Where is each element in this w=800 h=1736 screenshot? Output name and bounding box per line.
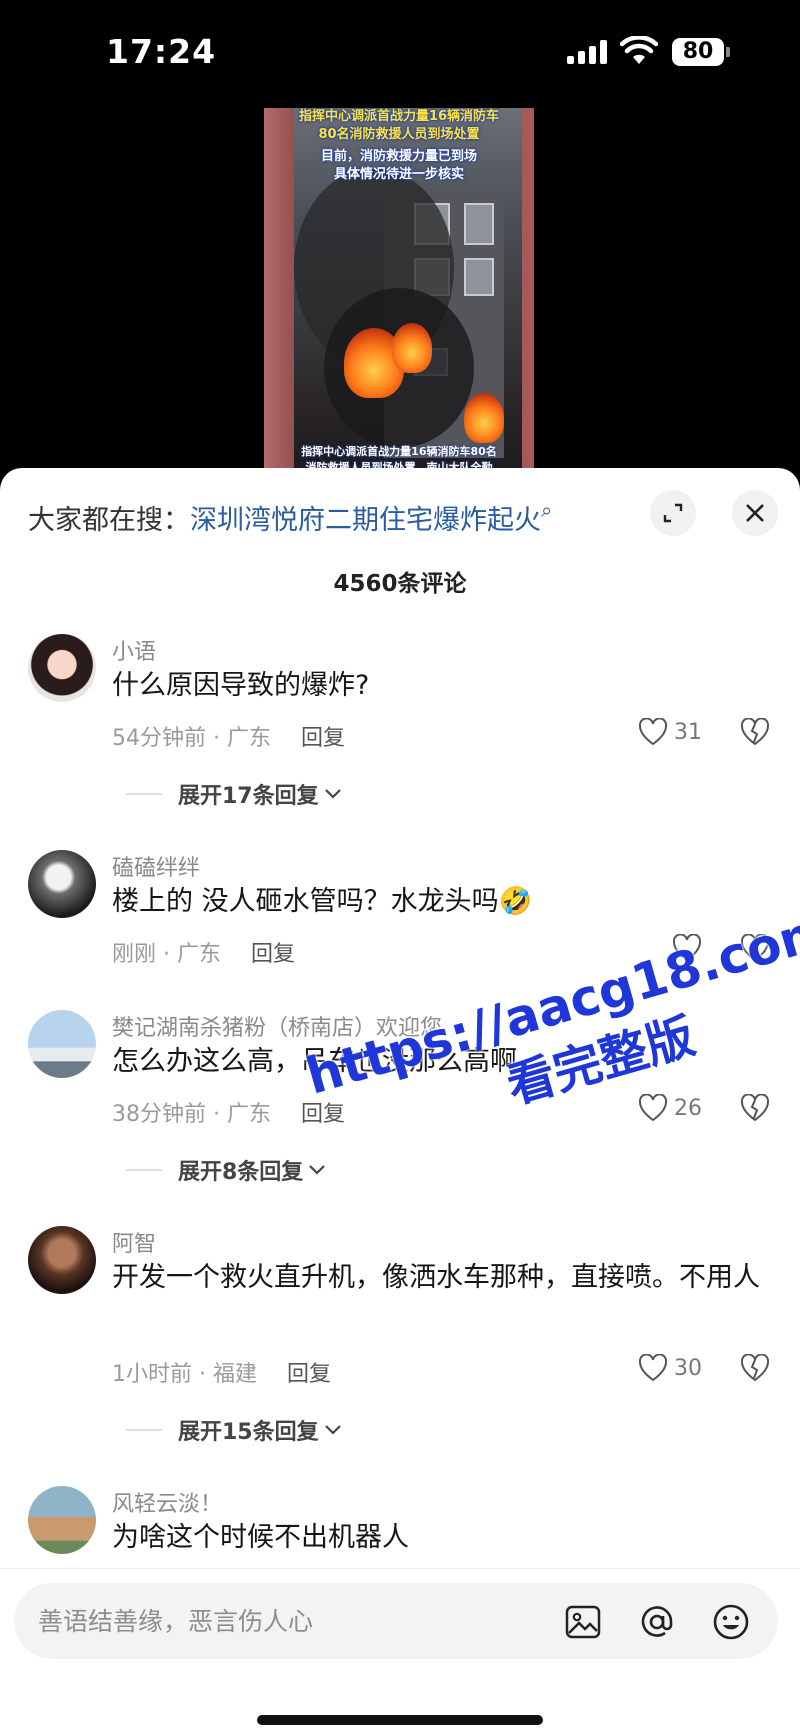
broken-heart-icon[interactable] <box>740 1354 770 1382</box>
like-button[interactable]: 30 <box>638 1354 702 1382</box>
expand-replies-label: 展开15条回复 <box>178 1420 319 1445</box>
reply-button[interactable]: 回复 <box>287 1362 331 1387</box>
expand-replies-label: 展开17条回复 <box>178 784 319 809</box>
comment-text: 开发一个救火直升机，像洒水车那种，直接喷。不用人 <box>112 1262 760 1293</box>
heart-icon <box>638 1354 668 1382</box>
commenter-name[interactable]: 风轻云淡！ <box>112 1486 222 1518</box>
video-caption-top: 指挥中心调派首战力量16辆消防车 80名消防救援人员到场处置 目前，消防救援力量… <box>264 108 534 184</box>
at-icon <box>641 1606 673 1637</box>
video-player[interactable]: 指挥中心调派首战力量16辆消防车 80名消防救援人员到场处置 目前，消防救援力量… <box>0 100 800 480</box>
emoji-button[interactable] <box>710 1601 752 1643</box>
mention-button[interactable] <box>636 1601 678 1643</box>
emoji-icon <box>713 1604 749 1640</box>
divider <box>126 1169 162 1171</box>
like-count: 31 <box>674 719 702 745</box>
comment-text: 什么原因导致的爆炸? <box>112 670 370 701</box>
battery-indicator: 80 <box>672 38 724 66</box>
image-icon <box>565 1605 601 1639</box>
caption-line: 目前，消防救援力量已到场 <box>320 149 477 164</box>
chevron-down-icon <box>309 1165 326 1175</box>
like-button[interactable]: 26 <box>638 1094 702 1122</box>
status-bar: 17:24 80 <box>0 0 800 100</box>
commenter-name[interactable]: 阿智 <box>112 1226 156 1258</box>
comment-input-container[interactable] <box>14 1583 778 1659</box>
divider <box>126 793 162 795</box>
chevron-down-icon <box>324 789 341 799</box>
expand-icon <box>663 503 683 523</box>
avatar[interactable] <box>28 1486 96 1554</box>
comment-meta: 54分钟前 · 广东 回复 <box>112 720 345 752</box>
close-button[interactable] <box>732 490 778 536</box>
comment-meta: 刚刚 · 广东 回复 <box>112 936 295 968</box>
comment-meta: 1小时前 · 福建 回复 <box>112 1356 331 1388</box>
comment-count: 4560条评论 <box>333 571 467 597</box>
caption-line: 80名消防救援人员到场处置 <box>318 127 480 142</box>
status-time: 17:24 <box>106 32 217 71</box>
commenter-name[interactable]: 小语 <box>112 634 156 666</box>
expand-button[interactable] <box>650 490 696 536</box>
chevron-down-icon <box>324 1425 341 1435</box>
search-icon: ⌕ <box>541 498 553 522</box>
comment-time: 刚刚 · 广东 <box>112 942 221 967</box>
cellular-signal-icon <box>567 40 609 64</box>
close-icon <box>746 504 764 522</box>
expand-replies-button[interactable]: 展开8条回复 <box>126 1154 327 1186</box>
comment-time: 38分钟前 · 广东 <box>112 1102 271 1127</box>
reply-button[interactable]: 回复 <box>251 942 295 967</box>
expand-replies-button[interactable]: 展开17条回复 <box>126 778 343 810</box>
avatar[interactable] <box>28 850 96 918</box>
like-count: 30 <box>674 1355 702 1381</box>
divider <box>126 1429 162 1431</box>
expand-replies-label: 展开8条回复 <box>178 1160 304 1185</box>
wifi-icon <box>620 36 658 64</box>
reply-button[interactable]: 回复 <box>301 726 345 751</box>
like-button[interactable]: 31 <box>638 718 702 746</box>
comment-text: 为啥这个时候不出机器人 <box>112 1522 409 1553</box>
heart-icon <box>638 1094 668 1122</box>
caption-line: 指挥中心调派首战力量16辆消防车80名 <box>301 445 497 458</box>
avatar[interactable] <box>28 1010 96 1078</box>
video-thumbnail[interactable]: 指挥中心调派首战力量16辆消防车 80名消防救援人员到场处置 目前，消防救援力量… <box>264 108 534 480</box>
trending-search-prefix: 大家都在搜： <box>28 505 190 536</box>
image-button[interactable] <box>562 1601 604 1643</box>
expand-replies-button[interactable]: 展开15条回复 <box>126 1414 343 1446</box>
battery-cap <box>726 47 730 57</box>
comment-time: 54分钟前 · 广东 <box>112 726 271 751</box>
caption-line: 具体情况待进一步核实 <box>333 167 464 182</box>
trending-search-query[interactable]: 深圳湾悦府二期住宅爆炸起火 <box>190 505 541 536</box>
home-indicator[interactable] <box>257 1715 543 1725</box>
comment-input-bar <box>0 1568 800 1736</box>
heart-icon <box>638 718 668 746</box>
broken-heart-icon[interactable] <box>740 1094 770 1122</box>
avatar[interactable] <box>28 634 96 702</box>
comment-text: 楼上的 没人砸水管吗？水龙头吗🤣 <box>112 886 533 917</box>
comment-meta: 38分钟前 · 广东 回复 <box>112 1096 345 1128</box>
broken-heart-icon[interactable] <box>740 718 770 746</box>
comment-time: 1小时前 · 福建 <box>112 1362 257 1387</box>
comment-input[interactable] <box>38 1603 518 1639</box>
like-count: 26 <box>674 1095 702 1121</box>
trending-search[interactable]: 大家都在搜：深圳湾悦府二期住宅爆炸起火⌕ <box>28 498 552 537</box>
caption-line: 指挥中心调派首战力量16辆消防车 <box>298 109 500 124</box>
avatar[interactable] <box>28 1226 96 1294</box>
commenter-name[interactable]: 磕磕绊绊 <box>112 850 200 882</box>
